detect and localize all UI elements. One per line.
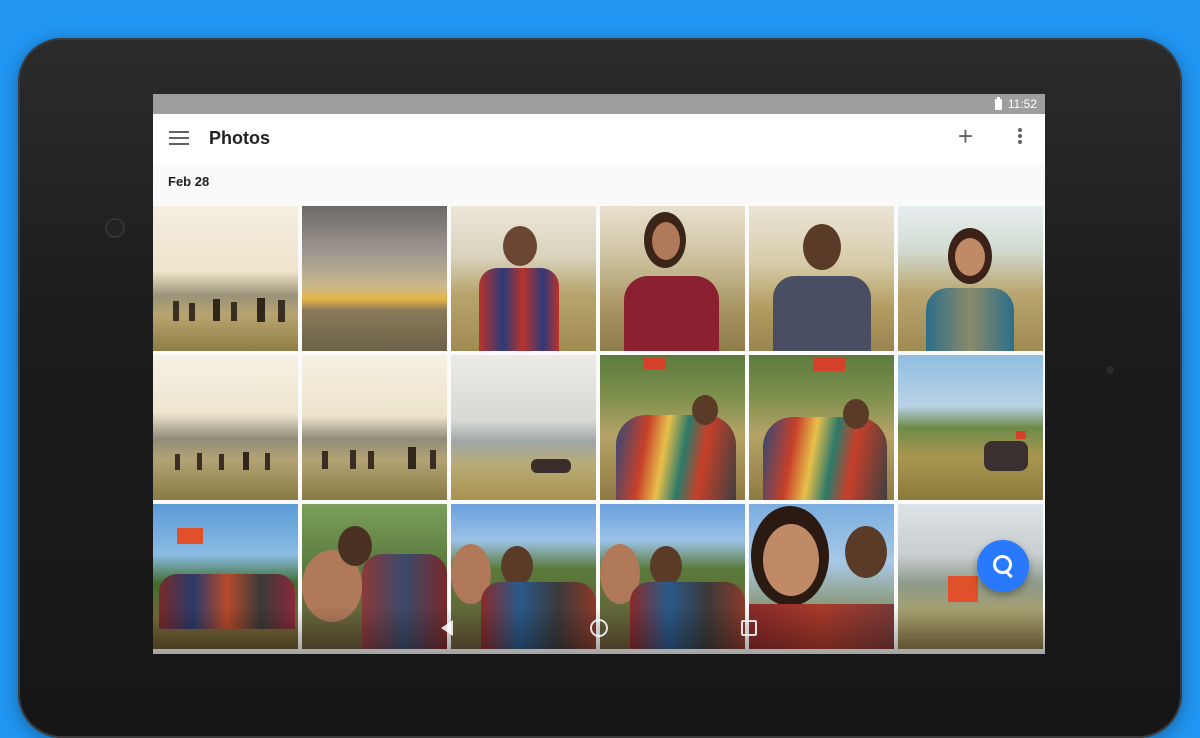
photo-hillside-group[interactable] [451,355,596,500]
more-vert-icon[interactable] [1015,126,1025,150]
page-title: Photos [209,128,270,148]
photo-group-hike-2[interactable] [153,355,298,500]
photo-woman-portrait-2[interactable] [898,206,1043,351]
photo-hill-group-far[interactable] [898,355,1043,500]
back-icon[interactable] [441,620,453,636]
battery-icon [994,96,1002,110]
photo-flag-friends-2[interactable] [749,355,894,500]
photo-group-hike-3[interactable] [302,355,447,500]
status-bar: 11:52 [153,94,1045,114]
photo-sunset-sky[interactable] [302,206,447,351]
front-camera [105,218,125,238]
date-header: Feb 28 [168,174,210,189]
photo-group-hike-1[interactable] [153,206,298,351]
photo-man-hoodie-portrait[interactable] [749,206,894,351]
photo-woman-portrait-1[interactable] [600,206,745,351]
photo-flag-friends-1[interactable] [600,355,745,500]
light-sensor [1106,366,1114,374]
hamburger-menu-icon[interactable] [169,131,189,147]
plus-icon[interactable]: + [958,123,973,149]
status-time: 11:52 [1007,97,1037,111]
tablet-screen: 11:52 Photos + Feb 28 [153,94,1045,654]
home-icon[interactable] [590,619,608,637]
app-bar: Photos + [153,114,1045,164]
navigation-bar [153,606,1045,654]
photo-man-sunglasses-portrait[interactable] [451,206,596,351]
search-icon[interactable] [977,540,1029,592]
recents-icon[interactable] [741,620,757,636]
